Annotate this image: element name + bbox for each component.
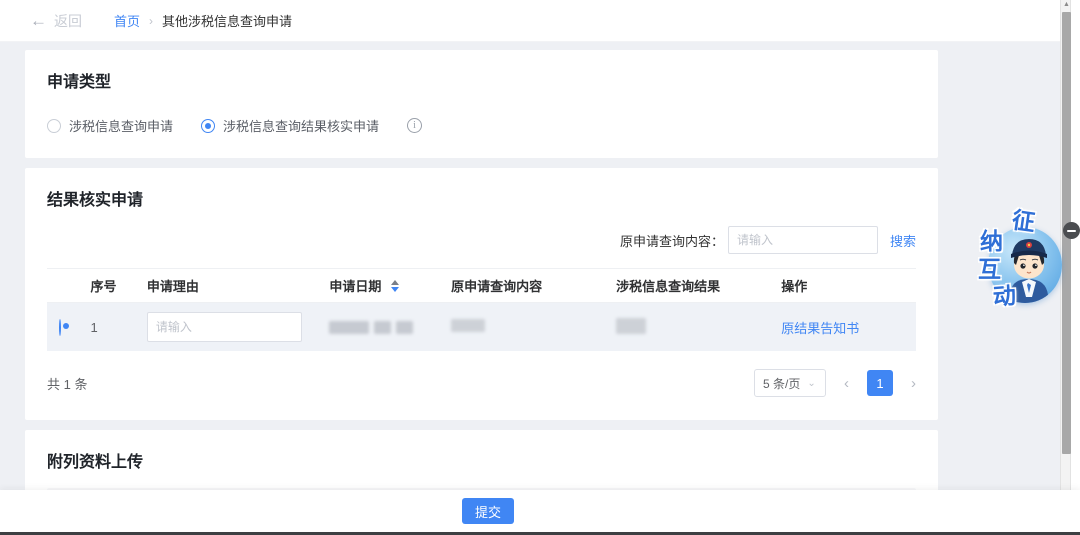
- row-action-cell: 原结果告知书: [781, 318, 916, 337]
- header-index: 序号: [90, 276, 146, 295]
- application-type-options: 涉税信息查询申请 涉税信息查询结果核实申请 i: [47, 116, 916, 135]
- right-gutter: [1071, 0, 1080, 535]
- row-content-redacted: [451, 319, 616, 335]
- attachments-title: 附列资料上传: [47, 448, 916, 472]
- chevron-down-icon: ⌄: [807, 378, 815, 389]
- radio-option-label: 涉税信息查询结果核实申请: [223, 116, 379, 135]
- next-page-button[interactable]: ›: [911, 376, 916, 391]
- search-input[interactable]: [728, 226, 878, 254]
- breadcrumb: 首页 › 其他涉税信息查询申请: [114, 11, 292, 30]
- submit-button[interactable]: 提交: [462, 498, 514, 524]
- back-button[interactable]: ← 返回: [30, 11, 82, 31]
- sort-icon[interactable]: [391, 280, 399, 292]
- redacted-date-block: [329, 321, 369, 334]
- back-label: 返回: [54, 11, 82, 31]
- sort-asc-icon[interactable]: [391, 280, 399, 285]
- prev-page-button[interactable]: ‹: [844, 376, 849, 391]
- search-row: 原申请查询内容： 搜索: [47, 226, 916, 254]
- back-arrow-icon: ←: [30, 12, 47, 29]
- verification-table: 序号 申请理由 申请日期 原申请查询内容 涉税信息查询结果 操作 1: [47, 268, 916, 351]
- row-radio-checked-icon[interactable]: [59, 319, 61, 336]
- header-query-result: 涉税信息查询结果: [616, 276, 781, 295]
- info-icon[interactable]: i: [407, 118, 422, 133]
- breadcrumb-separator: ›: [149, 14, 153, 28]
- sort-desc-icon[interactable]: [391, 287, 399, 292]
- row-select-cell: [47, 320, 90, 335]
- pagination-row: 共 1 条 5 条/页 ⌄ ‹ 1 ›: [47, 369, 916, 397]
- page-number-button[interactable]: 1: [867, 370, 893, 396]
- footer-bar: 提交: [0, 490, 1080, 532]
- breadcrumb-current: 其他涉税信息查询申请: [162, 11, 292, 30]
- assistant-char[interactable]: 互: [978, 258, 1001, 281]
- assistant-char[interactable]: 征: [1011, 209, 1037, 235]
- application-type-card: 申请类型 涉税信息查询申请 涉税信息查询结果核实申请 i: [25, 50, 938, 158]
- header-original-content: 原申请查询内容: [451, 276, 616, 295]
- page-size-value: 5 条/页: [763, 375, 800, 392]
- row-index: 1: [90, 320, 146, 335]
- scroll-up-arrow-icon[interactable]: ▲: [1062, 1, 1071, 8]
- table-header-row: 序号 申请理由 申请日期 原申请查询内容 涉税信息查询结果 操作: [47, 269, 916, 303]
- reason-input[interactable]: [147, 312, 302, 342]
- row-date-redacted: [329, 321, 451, 334]
- redacted-content-block: [451, 319, 485, 332]
- header-action: 操作: [781, 276, 916, 295]
- original-result-notice-link[interactable]: 原结果告知书: [781, 321, 859, 336]
- search-label: 原申请查询内容：: [620, 231, 724, 250]
- row-reason-cell: [147, 312, 329, 342]
- header-reason: 申请理由: [147, 276, 329, 295]
- topbar: ← 返回 首页 › 其他涉税信息查询申请: [0, 0, 1070, 42]
- radio-option-label: 涉税信息查询申请: [69, 116, 173, 135]
- assistant-char[interactable]: 动: [992, 284, 1017, 309]
- header-date-label: 申请日期: [329, 276, 381, 295]
- radio-unchecked-icon[interactable]: [47, 119, 61, 133]
- header-date: 申请日期: [329, 276, 451, 295]
- pagination-controls: 5 条/页 ⌄ ‹ 1 ›: [754, 369, 916, 397]
- radio-option-query-application[interactable]: 涉税信息查询申请: [47, 116, 173, 135]
- application-type-title: 申请类型: [47, 68, 916, 92]
- row-result-redacted: [616, 318, 781, 337]
- main-content: 申请类型 涉税信息查询申请 涉税信息查询结果核实申请 i 结果核实申请 原申请查…: [25, 50, 938, 504]
- tax-assistant-widget[interactable]: 征 纳 互 动: [972, 203, 1070, 315]
- total-count: 共 1 条: [47, 374, 87, 393]
- result-verification-card: 结果核实申请 原申请查询内容： 搜索 序号 申请理由 申请日期 原申请查询内容: [25, 168, 938, 420]
- breadcrumb-home-link[interactable]: 首页: [114, 11, 140, 30]
- page-size-select[interactable]: 5 条/页 ⌄: [754, 369, 826, 397]
- search-button[interactable]: 搜索: [890, 231, 916, 250]
- redacted-result-block: [616, 318, 646, 334]
- collapse-widget-button[interactable]: [1063, 222, 1080, 239]
- table-row[interactable]: 1 原结果告知书: [47, 303, 916, 351]
- radio-option-result-verification[interactable]: 涉税信息查询结果核实申请: [201, 116, 379, 135]
- redacted-date-block: [396, 321, 413, 334]
- radio-checked-icon[interactable]: [201, 119, 215, 133]
- redacted-date-block: [374, 321, 391, 334]
- result-verification-title: 结果核实申请: [47, 186, 916, 210]
- assistant-char[interactable]: 纳: [980, 230, 1003, 253]
